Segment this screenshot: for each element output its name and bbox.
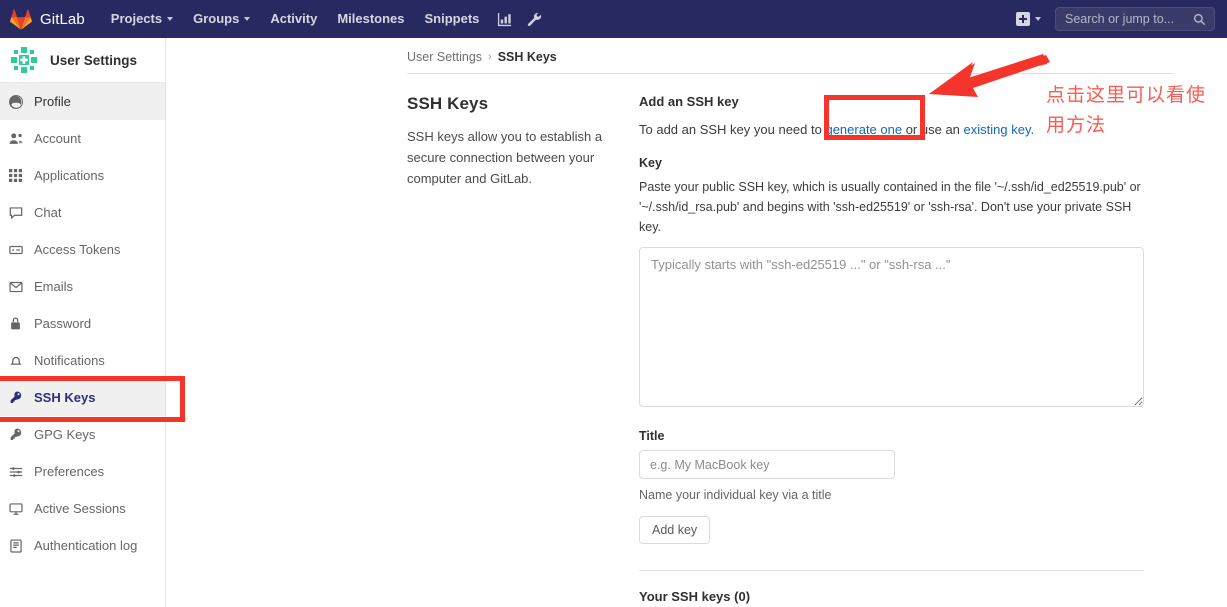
gitlab-logo-icon <box>10 8 32 30</box>
sidebar-item-account[interactable]: Account <box>0 120 165 157</box>
sidebar-title: User Settings <box>50 52 138 68</box>
user-settings-sidebar: User Settings Profile Account Applicatio… <box>0 38 166 607</box>
breadcrumb-user-settings[interactable]: User Settings <box>407 50 482 64</box>
sidebar-label-applications: Applications <box>34 168 105 183</box>
instructions-text-before: To add an SSH key you need to <box>639 122 826 137</box>
wrench-icon[interactable] <box>519 0 549 38</box>
key-icon <box>9 428 27 441</box>
title-field-hint: Name your individual key via a title <box>639 488 832 502</box>
user-circle-icon <box>9 94 27 109</box>
chevron-down-icon <box>1035 17 1041 21</box>
sidebar-item-chat[interactable]: Chat <box>0 194 165 231</box>
add-ssh-key-instructions: To add an SSH key you need to generate o… <box>639 119 1144 140</box>
sidebar-label-access-tokens: Access Tokens <box>34 242 121 257</box>
nav-milestones[interactable]: Milestones <box>327 0 414 38</box>
primary-nav-links: Projects Groups Activity Milestones Snip… <box>101 0 550 38</box>
key-field-label: Key <box>639 156 662 170</box>
nav-activity[interactable]: Activity <box>260 0 327 38</box>
sidebar-item-access-tokens[interactable]: Access Tokens <box>0 231 165 268</box>
sidebar-item-notifications[interactable]: Notifications <box>0 342 165 379</box>
nav-projects-label: Projects <box>110 11 163 26</box>
sidebar-nav-list: Profile Account Applications Chat Access… <box>0 83 165 564</box>
nav-projects[interactable]: Projects <box>101 0 183 38</box>
breadcrumb-current: SSH Keys <box>497 50 557 64</box>
sidebar-label-gpg-keys: GPG Keys <box>34 427 96 442</box>
envelope-icon <box>9 280 27 294</box>
sidebar-label-password: Password <box>34 316 92 331</box>
gitlab-home-link[interactable]: GitLab <box>10 0 85 38</box>
page-description: SSH keys allow you to establish a secure… <box>407 129 603 186</box>
sidebar-label-notifications: Notifications <box>34 353 105 368</box>
sidebar-item-password[interactable]: Password <box>0 305 165 342</box>
page-title: SSH Keys <box>407 94 489 113</box>
settings-description-column: SSH Keys SSH keys allow you to establish… <box>407 94 639 607</box>
settings-columns: SSH Keys SSH keys allow you to establish… <box>167 74 1227 607</box>
top-navbar: GitLab Projects Groups Activity Mileston… <box>0 0 1227 38</box>
ssh-key-form-column: Add an SSH key To add an SSH key you nee… <box>639 94 1144 607</box>
add-ssh-key-heading: Add an SSH key <box>639 94 739 109</box>
key-icon <box>9 391 27 404</box>
instructions-text-middle: or use an <box>902 122 964 137</box>
lock-icon <box>9 317 27 330</box>
generate-one-link[interactable]: generate one <box>825 122 902 137</box>
sidebar-item-emails[interactable]: Emails <box>0 268 165 305</box>
nav-milestones-label: Milestones <box>337 11 405 26</box>
sidebar-label-authentication-log: Authentication log <box>34 538 138 553</box>
chat-bubble-icon <box>9 206 27 220</box>
bell-icon <box>9 354 27 368</box>
sidebar-item-gpg-keys[interactable]: GPG Keys <box>0 416 165 453</box>
search-input[interactable]: Search or jump to... <box>1055 7 1215 31</box>
key-help-text: Paste your public SSH key, which is usua… <box>639 180 1141 234</box>
instructions-text-after: . <box>1030 122 1035 137</box>
monitor-icon <box>9 502 27 516</box>
gitlab-brand-text: GitLab <box>40 10 85 28</box>
keys-section-divider <box>639 570 1144 571</box>
nav-activity-label: Activity <box>270 11 318 26</box>
ssh-key-textarea[interactable] <box>639 247 1144 407</box>
log-book-icon <box>9 538 27 553</box>
breadcrumb: User Settings › SSH Keys <box>167 38 1227 64</box>
search-placeholder: Search or jump to... <box>1065 12 1175 26</box>
ssh-key-title-input[interactable] <box>639 450 895 479</box>
navbar-right: Search or jump to... <box>1010 0 1227 38</box>
nav-snippets[interactable]: Snippets <box>415 0 490 38</box>
title-field-label: Title <box>639 429 665 443</box>
sidebar-item-active-sessions[interactable]: Active Sessions <box>0 490 165 527</box>
sidebar-label-emails: Emails <box>34 279 74 294</box>
add-key-button[interactable]: Add key <box>639 516 711 544</box>
page-root: GitLab Projects Groups Activity Mileston… <box>0 0 1227 607</box>
token-card-icon <box>9 243 27 257</box>
sidebar-item-applications[interactable]: Applications <box>0 157 165 194</box>
nav-groups[interactable]: Groups <box>183 0 260 38</box>
existing-key-link[interactable]: existing key <box>964 122 1031 137</box>
sidebar-item-authentication-log[interactable]: Authentication log <box>0 527 165 564</box>
chevron-down-icon <box>167 17 174 21</box>
sidebar-label-account: Account <box>34 131 81 146</box>
sidebar-label-profile: Profile <box>34 94 71 109</box>
create-new-button[interactable] <box>1010 0 1047 38</box>
breadcrumb-separator-icon: › <box>488 51 492 63</box>
sidebar-item-ssh-keys[interactable]: SSH Keys <box>0 379 165 416</box>
sidebar-label-preferences: Preferences <box>34 464 105 479</box>
plus-square-icon <box>1016 12 1030 26</box>
sidebar-item-profile[interactable]: Profile <box>0 83 165 120</box>
sidebar-label-active-sessions: Active Sessions <box>34 501 126 516</box>
sliders-icon <box>9 465 27 479</box>
nav-groups-label: Groups <box>193 11 240 26</box>
account-users-icon <box>9 132 27 146</box>
analytics-chart-icon[interactable] <box>489 0 519 38</box>
nav-snippets-label: Snippets <box>424 11 480 26</box>
search-icon <box>1193 13 1206 26</box>
your-ssh-keys-heading: Your SSH keys (0) <box>639 589 751 604</box>
sidebar-item-preferences[interactable]: Preferences <box>0 453 165 490</box>
sidebar-label-ssh-keys: SSH Keys <box>34 390 96 405</box>
grid-apps-icon <box>9 169 27 182</box>
main-content: User Settings › SSH Keys SSH Keys SSH ke… <box>167 38 1227 607</box>
sidebar-label-chat: Chat <box>34 205 62 220</box>
chevron-down-icon <box>244 17 251 21</box>
user-identicon-avatar[interactable] <box>8 44 40 76</box>
sidebar-header: User Settings <box>0 38 165 83</box>
